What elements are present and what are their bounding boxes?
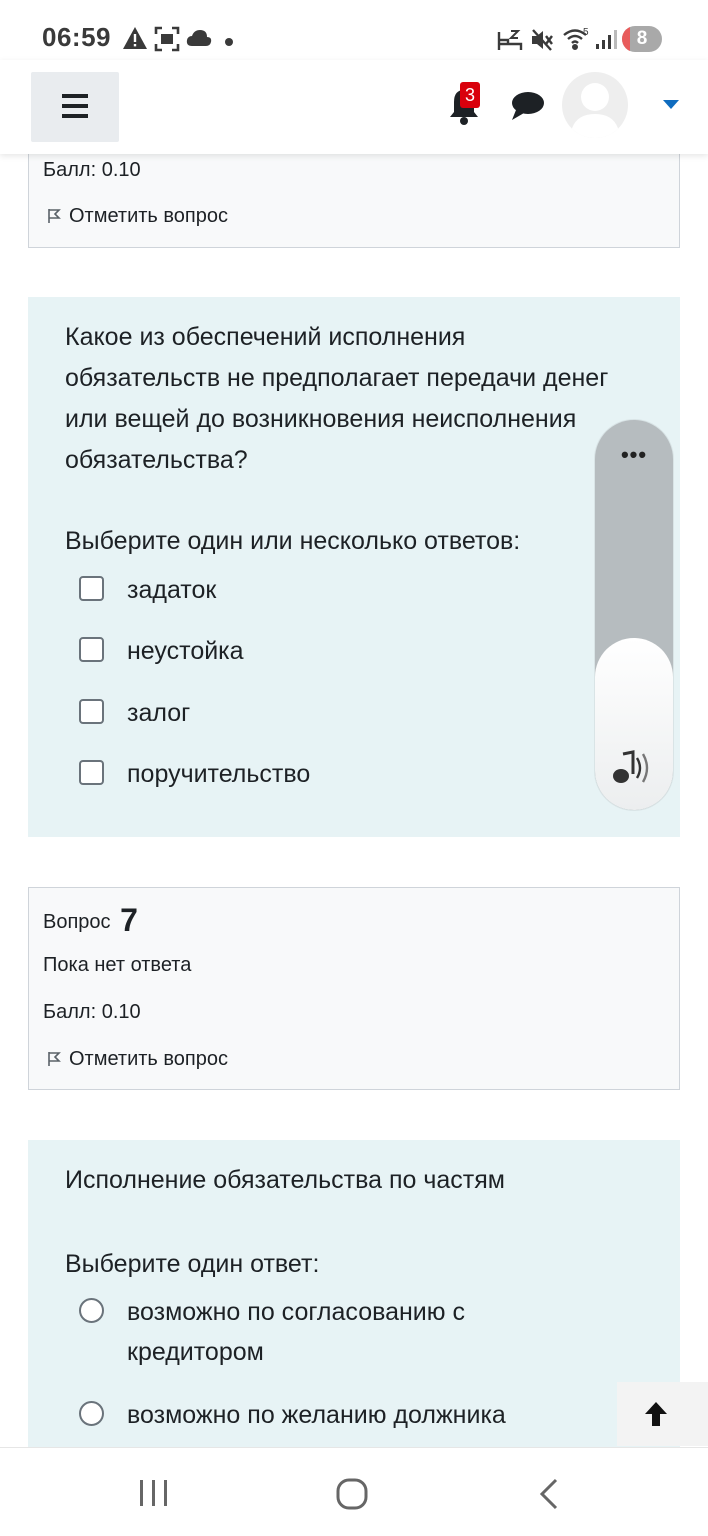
system-nav-bar [0,1447,708,1536]
answer-label[interactable]: неустойка [127,631,567,671]
more-options-icon[interactable]: ••• [595,442,673,468]
notification-count-badge: 3 [460,82,480,108]
question-7-grade: Балл: 0.10 [43,1001,141,1023]
home-button[interactable] [334,1476,372,1514]
answer-label[interactable]: залог [127,693,567,733]
svg-text:5: 5 [583,27,589,38]
flag-icon [48,1052,61,1066]
answer-label[interactable]: поручительство [127,754,567,794]
wifi-icon: 5 [562,26,592,57]
flag-icon [48,209,61,223]
question-7-heading: Вопрос 7 [43,902,138,939]
user-menu-toggle[interactable] [662,98,680,110]
volume-slider[interactable]: ••• [595,420,673,810]
caret-down-icon [663,100,679,109]
sleep-icon [496,28,524,57]
menu-button[interactable] [31,72,119,142]
music-volume-icon [609,748,657,788]
answer-checkbox[interactable] [79,637,104,662]
answer-radio[interactable] [79,1298,104,1323]
recent-apps-icon [140,1480,167,1506]
signal-icon [594,28,618,55]
question-7-text: Исполнение обязательства по частям [65,1166,505,1194]
back-icon [539,1478,558,1510]
chat-icon [512,92,544,120]
warning-icon [122,26,148,55]
back-button[interactable] [536,1476,566,1512]
user-silhouette-icon [570,83,620,138]
flag-question-label: Отметить вопрос [69,1048,228,1070]
answer-label[interactable]: возможно по желанию должника [127,1395,567,1435]
answer-checkbox[interactable] [79,699,104,724]
battery-icon: 8 [622,26,662,52]
hamburger-menu-icon [62,94,88,118]
prev-question-grade: Балл: 0.10 [43,159,141,181]
mute-icon [530,28,554,57]
status-icons-right: 5 8 [496,24,666,54]
dot-icon [224,34,234,52]
recent-apps-button[interactable] [132,1476,176,1510]
screenshot-icon [154,26,180,57]
question-7-prompt: Выберите один ответ: [65,1250,320,1278]
status-time: 06:59 [42,22,111,52]
app-navbar: 3 [0,60,708,154]
question-label: Вопрос [43,911,111,933]
answer-label[interactable]: задаток [127,570,567,610]
prev-question-info: Балл: 0.10 Отметить вопрос [28,140,680,248]
messages-button[interactable] [510,90,546,122]
question-6-prompt: Выберите один или несколько ответов: [65,527,521,555]
question-6-text: Какое из обеспечений исполнения обязател… [65,323,609,474]
question-7-content: Исполнение обязательства по частям Выбер… [28,1140,680,1450]
flag-question-link[interactable]: Отметить вопрос [47,205,228,228]
scroll-to-top-button[interactable] [617,1382,708,1446]
cloud-icon [186,28,212,53]
home-icon [336,1478,368,1510]
answer-checkbox[interactable] [79,576,104,601]
flag-question-label: Отметить вопрос [69,205,228,227]
answer-checkbox[interactable] [79,760,104,785]
question-7-info: Вопрос 7 Пока нет ответа Балл: 0.10 Отме… [28,887,680,1090]
battery-level: 8 [636,28,648,49]
flag-question-link[interactable]: Отметить вопрос [47,1048,228,1071]
avatar[interactable] [562,72,628,138]
answer-label[interactable]: возможно по согласованию с кредитором [127,1292,547,1372]
question-7-status: Пока нет ответа [43,954,192,976]
question-6-content: Какое из обеспечений исполнения обязател… [28,297,680,837]
arrow-up-icon [645,1402,667,1426]
question-number: 7 [120,902,138,938]
answer-radio[interactable] [79,1401,104,1426]
